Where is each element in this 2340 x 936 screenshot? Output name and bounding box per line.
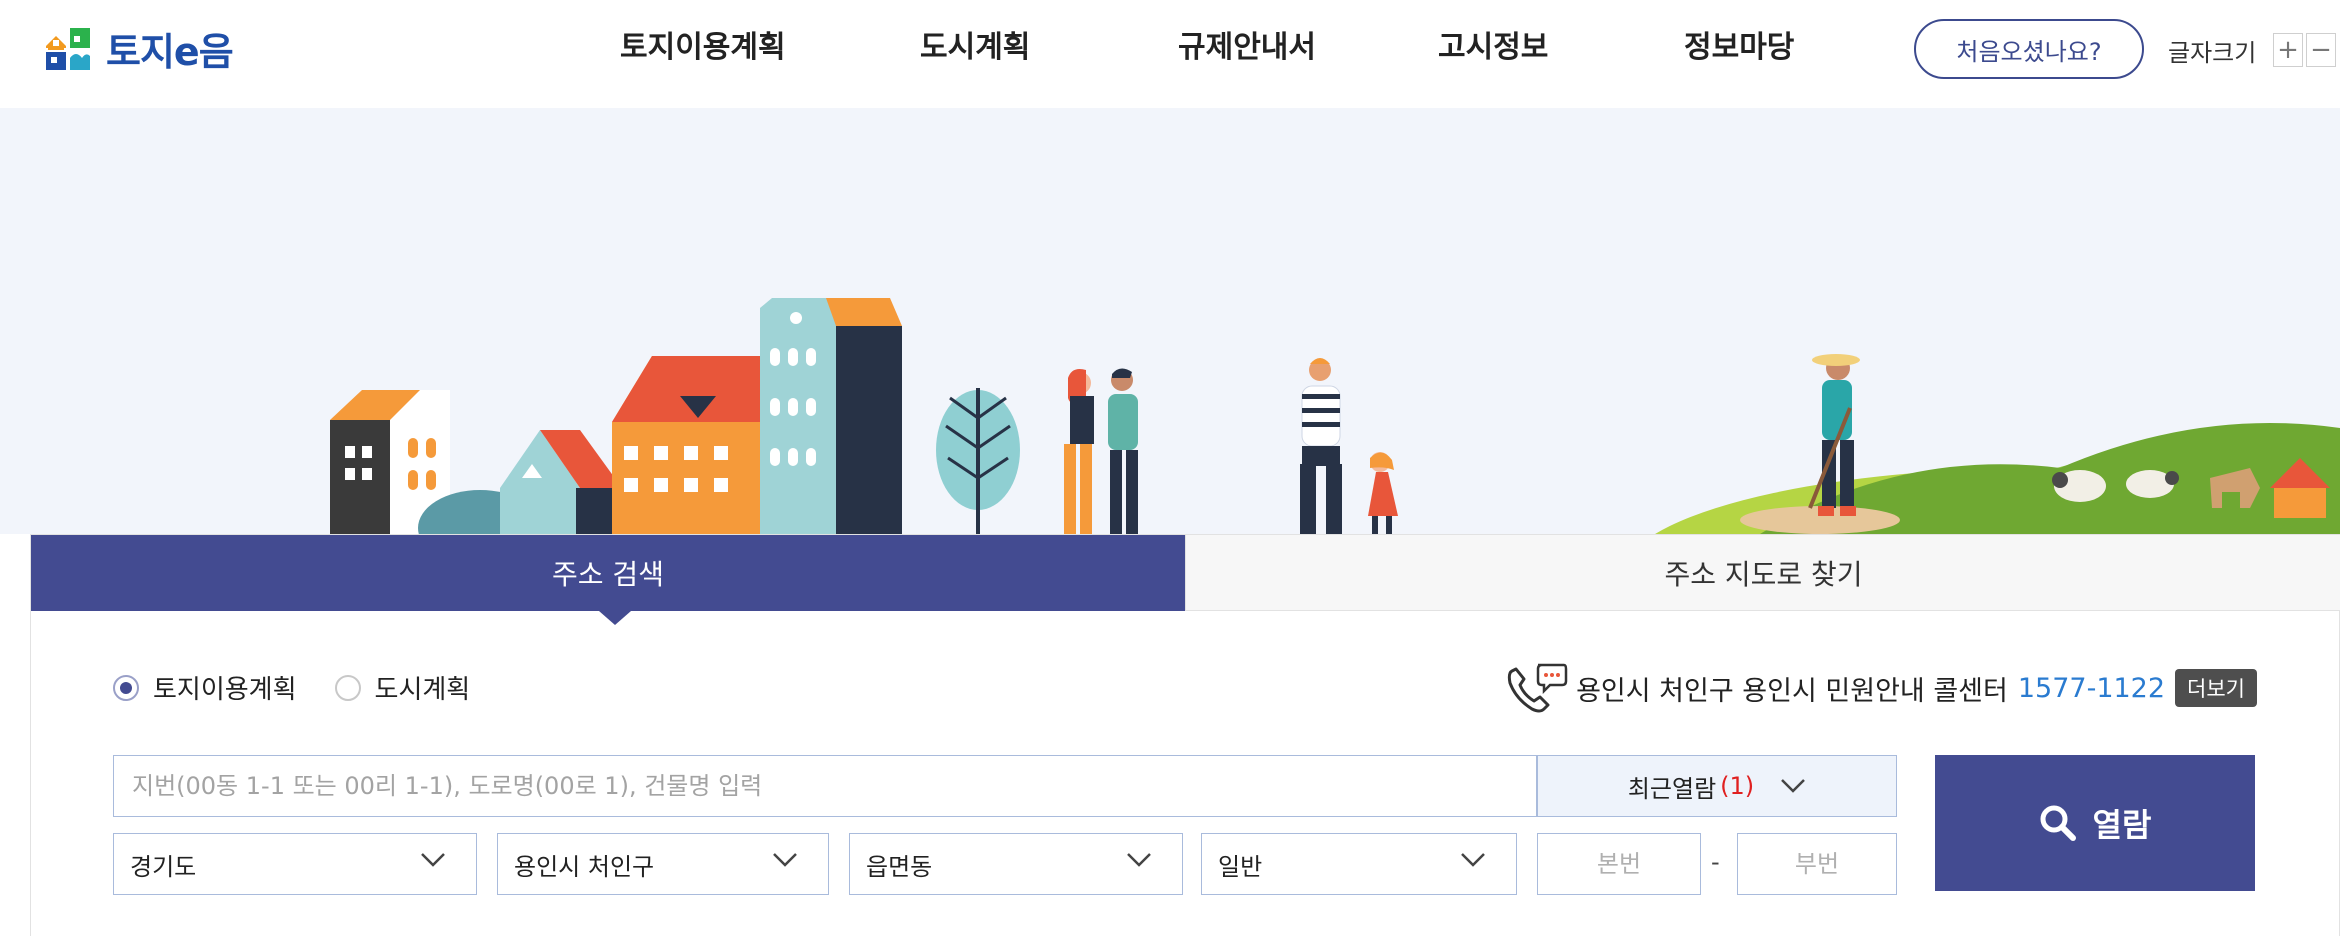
recent-views-count: (1) <box>1720 772 1755 800</box>
radio-unchecked-icon[interactable] <box>334 674 361 701</box>
select-city-district[interactable]: 용인시 처인구 <box>497 833 829 895</box>
address-search-input[interactable] <box>113 755 1537 817</box>
recent-views-dropdown[interactable]: 최근열람 (1) <box>1537 755 1897 817</box>
chevron-down-icon <box>1461 853 1485 867</box>
view-search-label: 열람 <box>2092 806 2152 844</box>
nav-item-regulation-guide[interactable]: 규제안내서 <box>1178 26 1316 70</box>
call-center-info: 용인시 처인구 용인시 민원안내 콜센터 1577-1122 더보기 <box>1506 661 2257 715</box>
font-size-label: 글자크기 <box>2168 39 2257 67</box>
chevron-down-icon <box>1127 853 1151 867</box>
radio-land-use-plan[interactable]: 토지이용계획 <box>113 669 297 706</box>
font-increase-button[interactable]: + <box>2273 33 2303 67</box>
select-province[interactable]: 경기도 <box>113 833 477 895</box>
radio-label-urban-plan: 도시계획 <box>374 675 471 705</box>
hero-illustration <box>0 108 2340 534</box>
font-decrease-button[interactable]: − <box>2306 33 2336 67</box>
radio-checked-icon[interactable] <box>113 674 139 701</box>
city-countryside-illustration <box>330 298 2340 534</box>
nav-item-urban-plan[interactable]: 도시계획 <box>920 26 1030 70</box>
plan-type-radio-group: 토지이용계획 도시계획 <box>113 669 508 706</box>
call-center-phone: 1577-1122 <box>2017 672 2166 704</box>
site-logo[interactable]: 토지e음 <box>44 22 234 74</box>
more-button[interactable]: 더보기 <box>2175 669 2257 707</box>
select-land-type-value: 일반 <box>1218 852 1263 881</box>
select-province-value: 경기도 <box>130 852 197 881</box>
site-header: 토지e음 토지이용계획 도시계획 규제안내서 고시정보 정보마당 처음오셨나요?… <box>0 0 2340 108</box>
select-town-value: 읍면동 <box>866 852 933 881</box>
number-separator: - <box>1711 848 1720 876</box>
radio-label-land-use-plan: 토지이용계획 <box>153 675 297 705</box>
sub-number-input[interactable] <box>1737 833 1897 895</box>
nav-item-notice-info[interactable]: 고시정보 <box>1438 26 1548 70</box>
tab-map-search[interactable]: 주소 지도로 찾기 <box>1185 535 2340 611</box>
radio-urban-plan[interactable]: 도시계획 <box>334 669 471 706</box>
tab-address-search[interactable]: 주소 검색 <box>31 535 1185 625</box>
nav-item-land-use-plan[interactable]: 토지이용계획 <box>620 26 786 70</box>
phone-chat-icon <box>1507 663 1568 713</box>
nav-item-info-plaza[interactable]: 정보마당 <box>1684 26 1794 70</box>
chevron-down-icon <box>1781 779 1806 793</box>
select-town[interactable]: 읍면동 <box>849 833 1183 895</box>
search-icon <box>2040 805 2076 841</box>
logo-text: 토지e음 <box>106 29 234 74</box>
chevron-down-icon <box>773 853 797 867</box>
main-number-input[interactable] <box>1537 833 1701 895</box>
view-search-button[interactable]: 열람 <box>1935 755 2255 891</box>
chevron-down-icon <box>421 853 445 867</box>
recent-views-label: 최근열람 <box>1627 774 1717 803</box>
address-search-panel: 주소 검색 주소 지도로 찾기 토지이용계획 도시계획 용인시 처인구 용인시 … <box>30 534 2340 936</box>
select-city-district-value: 용인시 처인구 <box>514 852 655 881</box>
select-land-type[interactable]: 일반 <box>1201 833 1517 895</box>
logo-icon <box>46 28 90 70</box>
first-visit-button[interactable]: 처음오셨나요? <box>1914 19 2144 79</box>
call-center-text: 용인시 처인구 용인시 민원안내 콜센터 <box>1576 675 2008 707</box>
